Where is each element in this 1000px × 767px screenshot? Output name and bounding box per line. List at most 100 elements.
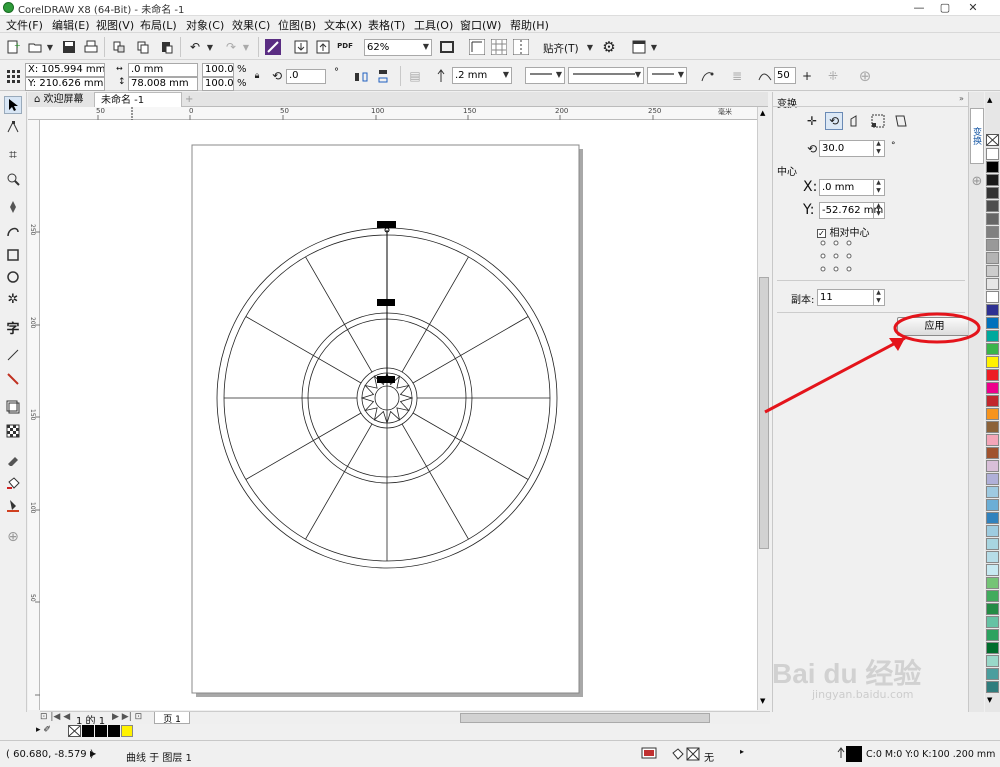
color-swatch[interactable] [986, 538, 999, 550]
tab-welcome-screen[interactable]: ⌂ 欢迎屏幕 [28, 92, 96, 107]
transparency-tool-icon[interactable] [4, 422, 22, 440]
pick-tool-icon[interactable] [4, 96, 22, 114]
color-swatch[interactable] [986, 278, 999, 290]
menu-tools[interactable]: 工具(O) [414, 17, 453, 33]
mirror-horizontal-icon[interactable] [352, 67, 370, 85]
open-dropdown-icon[interactable]: ▼ [44, 42, 56, 54]
cut-icon[interactable] [110, 38, 128, 56]
mirror-vertical-icon[interactable] [374, 67, 392, 85]
menu-view[interactable]: 视图(V) [96, 17, 134, 33]
search-content-icon[interactable] [264, 38, 282, 56]
close-curve-icon[interactable] [698, 67, 716, 85]
copy-icon[interactable] [134, 38, 152, 56]
color-swatch[interactable] [986, 447, 999, 459]
color-swatch[interactable] [986, 395, 999, 407]
paste-icon[interactable] [158, 38, 176, 56]
menu-effects[interactable]: 效果(C) [232, 17, 270, 33]
drawing-canvas[interactable] [40, 120, 757, 710]
color-swatch[interactable] [986, 330, 999, 342]
position-mode-icon[interactable]: ✛ [803, 112, 821, 130]
center-y-spinner[interactable]: ▲ ▼ [873, 202, 883, 218]
apply-button[interactable]: 应用 [897, 317, 972, 336]
scroll-down-icon[interactable]: ▼ [760, 697, 765, 705]
menu-object[interactable]: 对象(C) [186, 17, 224, 33]
color-swatch[interactable] [986, 382, 999, 394]
shape-tool-icon[interactable] [4, 118, 22, 136]
redo-dropdown-icon[interactable]: ▼ [240, 42, 252, 54]
rectangle-tool-icon[interactable] [4, 246, 22, 264]
scale-mirror-mode-icon[interactable] [847, 112, 865, 130]
drop-shadow-tool-icon[interactable] [4, 398, 22, 416]
launcher-dropdown-icon[interactable]: ▼ [648, 42, 660, 54]
color-swatch[interactable] [986, 655, 999, 667]
skew-mode-icon[interactable] [891, 112, 909, 130]
outline-color-swatch[interactable] [846, 746, 862, 762]
color-swatch[interactable] [986, 681, 999, 693]
angle-spinner[interactable]: ▲ ▼ [873, 140, 883, 156]
polygon-tool-icon[interactable]: ✲ [4, 290, 22, 308]
rotation-angle-field[interactable]: .0 [286, 69, 326, 84]
horizontal-scroll-thumb[interactable] [460, 713, 710, 723]
width-field[interactable]: .0 mm [128, 63, 198, 77]
color-swatch[interactable] [986, 551, 999, 563]
close-window-button[interactable]: ✕ [962, 0, 984, 15]
zoom-dropdown-icon[interactable]: ▼ [420, 41, 432, 53]
color-swatch-yellow[interactable] [121, 725, 133, 737]
object-origin-icon[interactable] [4, 67, 22, 85]
lock-ratio-icon[interactable]: 🔒︎ [248, 67, 266, 85]
color-swatch[interactable] [986, 603, 999, 615]
scale-width-field[interactable]: 100.0 [202, 63, 234, 77]
color-swatch[interactable] [986, 161, 999, 173]
connector-tool-icon[interactable] [4, 370, 22, 388]
color-swatch[interactable] [986, 291, 999, 303]
color-swatch[interactable] [986, 499, 999, 511]
menu-layout[interactable]: 布局(L) [140, 17, 177, 33]
rotate-mode-icon[interactable]: ⟲ [825, 112, 843, 130]
menu-file[interactable]: 文件(F) [6, 17, 43, 33]
snap-dropdown-icon[interactable]: ▼ [584, 42, 596, 54]
docker-collapse-icon[interactable]: » [959, 94, 964, 103]
snap-to-menu[interactable]: 贴齐(T) [543, 41, 579, 56]
first-page-icon[interactable]: ⊡ |◀ ◀ [40, 712, 70, 722]
ellipse-tool-icon[interactable] [4, 268, 22, 286]
color-swatch[interactable] [986, 304, 999, 316]
smart-fill-tool-icon[interactable] [4, 496, 22, 514]
vertical-scroll-thumb[interactable] [759, 277, 769, 549]
color-swatch[interactable] [986, 512, 999, 524]
rulers-toggle-icon[interactable] [468, 38, 486, 56]
color-proof-icon[interactable] [640, 745, 658, 763]
horizontal-ruler[interactable]: 50 0 50 100 150 200 250 毫米 [28, 107, 758, 120]
add-document-tab-button[interactable]: + [182, 92, 198, 107]
color-swatch[interactable] [82, 725, 94, 737]
interactive-fill-tool-icon[interactable] [4, 474, 22, 492]
open-folder-icon[interactable] [26, 38, 44, 56]
color-swatch[interactable] [986, 369, 999, 381]
maximize-button[interactable]: ▢ [934, 0, 956, 15]
color-swatch[interactable] [986, 616, 999, 628]
print-icon[interactable] [82, 38, 100, 56]
palette-scroll-up-icon[interactable]: ▲ [987, 96, 992, 104]
grid-toggle-icon[interactable] [490, 38, 508, 56]
vertical-scrollbar[interactable]: ▲ ▼ [757, 107, 770, 710]
center-x-spinner[interactable]: ▲ ▼ [873, 179, 883, 195]
scale-height-field[interactable]: 100.0 [202, 77, 234, 91]
color-swatch[interactable] [986, 590, 999, 602]
application-launcher-icon[interactable] [630, 38, 648, 56]
color-swatch[interactable] [95, 725, 107, 737]
minimize-button[interactable]: — [908, 0, 930, 15]
y-position-field[interactable]: Y: 210.626 mm [25, 77, 105, 91]
color-swatch[interactable] [986, 408, 999, 420]
color-swatch[interactable] [986, 148, 999, 160]
undo-icon[interactable]: ↶ [186, 38, 204, 56]
color-swatch[interactable] [986, 434, 999, 446]
menu-bitmaps[interactable]: 位图(B) [278, 17, 316, 33]
export-icon[interactable] [314, 38, 332, 56]
artistic-media-tool-icon[interactable] [4, 222, 22, 240]
page-tab[interactable]: 页 1 [154, 712, 190, 725]
curve-smoothness-field[interactable]: 50 [774, 67, 796, 84]
text-tool-icon[interactable]: 字 [4, 318, 22, 337]
menu-window[interactable]: 窗口(W) [460, 17, 501, 33]
tab-transform-docker[interactable]: 变换 [970, 108, 984, 164]
crop-tool-icon[interactable]: ⌗ [4, 146, 22, 164]
export-pdf-icon[interactable]: PDF [336, 37, 354, 55]
